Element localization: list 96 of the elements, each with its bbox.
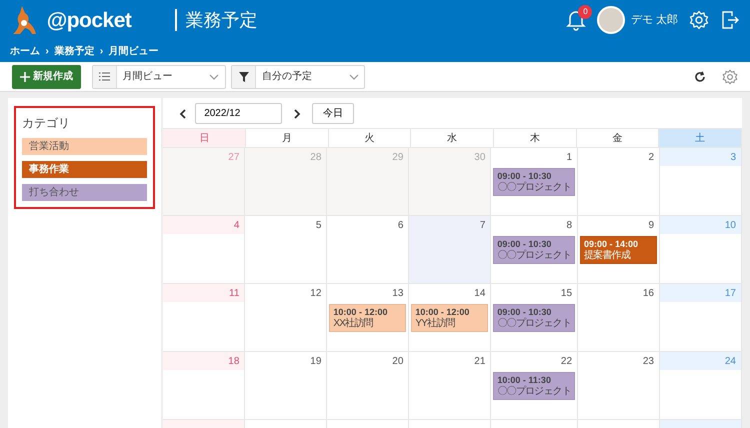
category-title: カテゴリ xyxy=(22,115,71,132)
event-title: XX社訪問 xyxy=(333,318,374,330)
event-card[interactable]: 09:00 - 14:00 提案書作成 xyxy=(580,236,657,264)
new-button[interactable]: 新規作成 xyxy=(12,64,81,88)
day-cell[interactable]: 19 xyxy=(245,352,328,420)
breadcrumb-link[interactable]: 業務予定 xyxy=(54,44,94,58)
notification-count: 0 xyxy=(578,5,592,19)
filter-select[interactable]: 自分の予定 xyxy=(231,64,366,88)
filter-icon xyxy=(238,72,249,82)
day-number: 15 xyxy=(560,288,572,299)
day-cell[interactable]: 18 xyxy=(163,352,246,420)
event-card[interactable]: 09:00 - 10:30 〇〇プロジェクト xyxy=(493,168,576,196)
settings-icon[interactable] xyxy=(722,68,738,84)
day-number: 28 xyxy=(310,152,322,163)
day-number: 8 xyxy=(566,220,572,231)
event-card[interactable]: 09:00 - 10:30 〇〇プロジェクト xyxy=(493,304,576,332)
day-number: 16 xyxy=(642,288,654,299)
event-title: 〇〇プロジェクト xyxy=(497,182,572,194)
event-time: 09:00 - 10:30 xyxy=(497,306,552,318)
event-card[interactable]: 09:00 - 10:30 〇〇プロジェクト xyxy=(493,236,576,264)
breadcrumb-separator: › xyxy=(100,44,104,58)
day-number: 22 xyxy=(560,356,572,367)
avatar-placeholder[interactable] xyxy=(597,6,626,34)
day-number: 20 xyxy=(392,356,404,367)
day-cell[interactable]: 8 09:00 - 10:30 〇〇プロジェクト xyxy=(491,216,578,284)
day-number: 3 xyxy=(730,152,736,163)
day-cell[interactable]: 7 xyxy=(409,216,492,284)
day-cell[interactable]: 22 10:00 - 11:30 〇〇プロジェクト xyxy=(491,352,578,420)
refresh-icon[interactable] xyxy=(694,70,706,82)
chevron-right-icon xyxy=(294,109,301,120)
event-time: 10:00 - 11:30 xyxy=(497,374,552,386)
category-tag[interactable]: 営業活動 xyxy=(22,138,147,155)
day-number: 7 xyxy=(480,220,486,231)
day-number: 19 xyxy=(310,356,322,367)
breadcrumb-link[interactable]: ホーム xyxy=(10,44,40,58)
day-number: 29 xyxy=(392,152,404,163)
user-name[interactable]: デモ 太郎 xyxy=(630,12,678,28)
event-card[interactable]: 10:00 - 11:30 〇〇プロジェクト xyxy=(493,372,576,400)
event-time: 09:00 - 14:00 xyxy=(584,238,640,250)
day-cell[interactable]: 20 xyxy=(327,352,410,420)
day-number: 24 xyxy=(724,356,736,367)
category-tag[interactable]: 事務作業 xyxy=(22,161,147,178)
day-number: 27 xyxy=(228,152,240,163)
day-number: 10 xyxy=(724,220,736,231)
chevron-left-icon xyxy=(179,109,186,120)
event-title: 提案書作成 xyxy=(584,250,632,262)
day-cell[interactable]: 13 10:00 - 12:00 XX社訪問 xyxy=(327,284,410,352)
day-cell[interactable]: 4 xyxy=(163,216,246,284)
day-cell[interactable]: 9 09:00 - 14:00 提案書作成 xyxy=(578,216,660,284)
list-icon xyxy=(98,72,110,81)
weekday-header: 日 xyxy=(163,129,246,148)
event-time: 09:00 - 10:30 xyxy=(497,238,552,250)
day-number: 23 xyxy=(642,356,654,367)
event-time: 10:00 - 12:00 xyxy=(415,306,470,318)
event-title: 〇〇プロジェクト xyxy=(497,318,572,330)
day-number: 1 xyxy=(566,152,572,163)
event-title: 〇〇プロジェクト xyxy=(497,250,572,262)
logo-text: @pocket xyxy=(46,10,132,30)
day-number: 17 xyxy=(724,288,736,299)
plus-icon xyxy=(20,72,30,82)
day-number: 14 xyxy=(474,288,486,299)
day-cell[interactable]: 14 10:00 - 12:00 YY社訪問 xyxy=(409,284,492,352)
event-title: YY社訪問 xyxy=(415,318,456,330)
day-cell[interactable]: 15 09:00 - 10:30 〇〇プロジェクト xyxy=(491,284,578,352)
today-button[interactable]: 今日 xyxy=(312,102,354,124)
weekday-header: 木 xyxy=(494,129,577,148)
logout-icon[interactable] xyxy=(720,10,740,30)
day-number: 21 xyxy=(474,356,486,367)
day-cell[interactable]: 5 xyxy=(245,216,328,284)
day-cell[interactable]: 21 xyxy=(409,352,492,420)
day-cell[interactable]: 1 09:00 - 10:30 〇〇プロジェクト xyxy=(491,148,578,216)
day-number: 9 xyxy=(648,220,654,231)
event-card[interactable]: 10:00 - 12:00 XX社訪問 xyxy=(329,304,406,332)
day-number: 18 xyxy=(228,356,240,367)
chevron-down-icon xyxy=(209,74,220,80)
event-time: 09:00 - 10:30 xyxy=(497,170,552,182)
weekday-header: 土 xyxy=(659,129,742,148)
month-field[interactable]: 2022/12 xyxy=(195,102,282,124)
day-number: 11 xyxy=(229,288,240,299)
breadcrumb-separator: › xyxy=(46,44,49,58)
day-number: 5 xyxy=(316,220,322,231)
day-number: 30 xyxy=(474,152,486,163)
day-number: 2 xyxy=(648,152,654,163)
day-cell[interactable]: 12 xyxy=(245,284,328,352)
event-title: 〇〇プロジェクト xyxy=(497,386,572,398)
page-title: 業務予定 xyxy=(175,9,258,31)
day-number: 6 xyxy=(398,220,404,231)
event-card[interactable]: 10:00 - 12:00 YY社訪問 xyxy=(411,304,488,332)
day-cell[interactable]: 11 xyxy=(163,284,246,352)
view-select[interactable]: 月間ビュー xyxy=(92,64,226,88)
day-number: 4 xyxy=(234,220,240,231)
chevron-down-icon xyxy=(348,74,359,80)
day-number: 13 xyxy=(392,288,404,299)
day-number: 12 xyxy=(310,288,322,299)
event-time: 10:00 - 12:00 xyxy=(333,306,388,318)
notification-bell-icon[interactable] xyxy=(566,9,586,31)
